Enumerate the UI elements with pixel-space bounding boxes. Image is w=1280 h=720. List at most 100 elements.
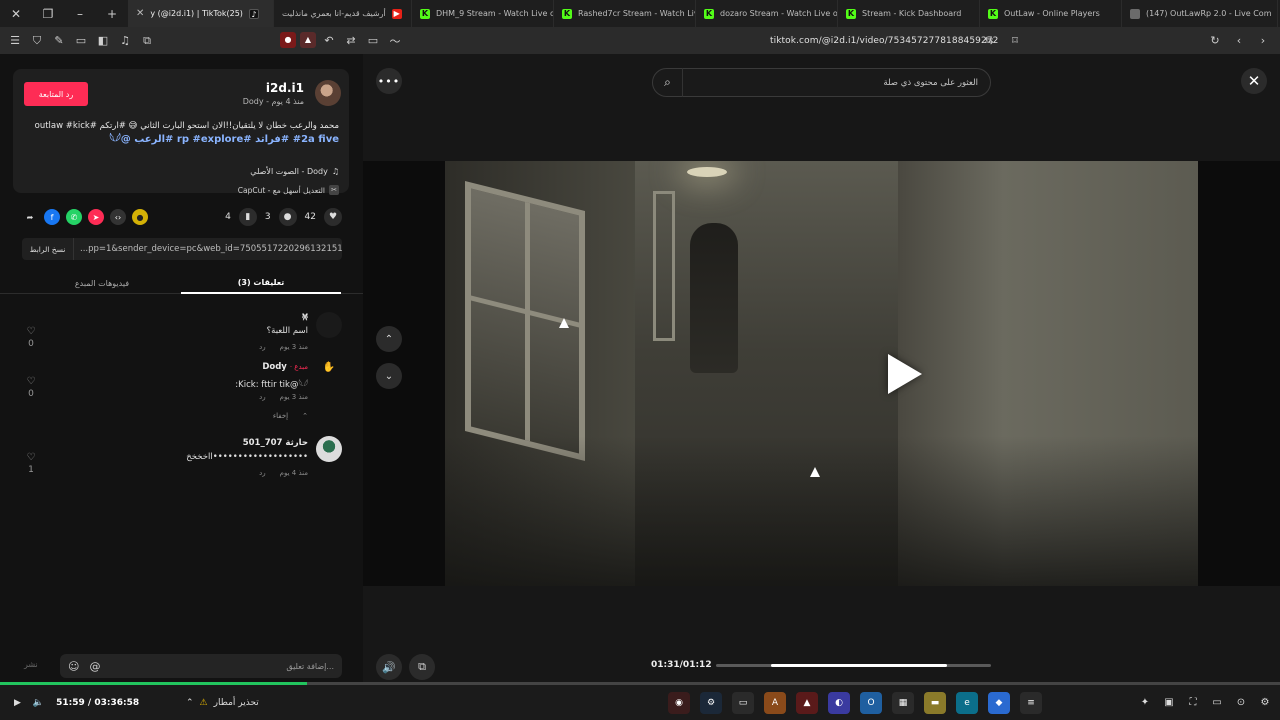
back-history-icon[interactable]: ↶ [320,32,338,50]
search-icon[interactable]: ⌕ [653,68,683,97]
avatar[interactable] [316,436,342,462]
search-input[interactable] [683,77,990,88]
discord-icon[interactable]: ◐ [828,691,850,714]
hashtags[interactable]: #2a five #فراتد #rp #explore #الرعب @𓆩𓆪 [23,133,339,147]
volume-button[interactable]: 🔊 [376,654,402,680]
back-icon[interactable]: ‹ [1230,32,1248,50]
post-comment-button[interactable]: نشر [24,660,38,669]
bookmark-icon[interactable]: ⌑ [1006,32,1024,50]
tab-outlaw-players[interactable]: K OutLaw - Online Players [980,0,1122,27]
monitor-app-icon[interactable]: ▭ [732,691,754,714]
close-window-icon[interactable]: ✕ [0,0,32,27]
close-tab-icon[interactable]: ✕ [136,8,144,19]
reply-link[interactable]: رد [259,469,266,477]
store-icon[interactable]: ▦ [892,691,914,714]
close-video-button[interactable]: ✕ [1241,68,1267,94]
menu-icon[interactable]: ☰ [6,32,24,50]
tab-youtube[interactable]: أرشيف قديم-انا بعمري مانذليت ▶ [274,0,412,27]
tab-outlawrp-live[interactable]: (147) OutLawRp 2.0 - Live Com [1122,0,1278,27]
settings-app-icon[interactable]: ≡ [1020,691,1042,714]
cast-icon[interactable]: ▭ [364,32,382,50]
coin-icon[interactable]: ● [132,209,148,225]
bookmark-icon[interactable]: ▮ [238,208,257,226]
previous-video-button[interactable]: ⌃ [376,326,402,352]
play-icon[interactable] [888,354,922,394]
capcut-link[interactable]: CapCut - التعديل أسهل مع ✂ [238,185,339,195]
new-tab-icon[interactable]: + [96,0,128,27]
tab-tiktok[interactable]: ✕ y (@i2d.i1) | TikTok(25) ♪ [128,0,274,27]
comment-input[interactable]: ☺ @ إضافة تعليق... [60,654,342,678]
share-link[interactable]: ...pp=1&sender_device=pc&web_id=75055172… [74,244,342,254]
sound-link[interactable]: الصوت الأصلي - Dody ♫ [250,167,339,176]
tab-creator-videos[interactable]: فيديوهات المبدع [22,272,182,294]
pen-icon[interactable]: ✎ [50,32,68,50]
more-options-button[interactable]: ••• [376,68,402,94]
avatar[interactable] [316,312,342,338]
whatsapp-icon[interactable]: ✆ [66,209,82,225]
edge-icon[interactable]: e [956,691,978,714]
volume-icon[interactable]: 🔈 [33,698,44,708]
steam-icon[interactable]: ⚙ [700,691,722,714]
next-video-button[interactable]: ⌄ [376,363,402,389]
heart-outline-icon: ♡ [26,376,36,387]
share-arrow-icon[interactable]: ➦ [22,209,38,225]
avatar[interactable] [315,80,341,106]
miniplayer-icon[interactable]: ▭ [1208,694,1226,712]
comment-like[interactable]: ♡ 1 [22,452,40,475]
theater-icon[interactable]: ⊙ [1232,694,1250,712]
music-icon[interactable]: ♫ [116,32,134,50]
reply-link[interactable]: رد [259,393,266,401]
heart-icon[interactable]: ♥ [324,208,342,226]
tab-kick-dashboard[interactable]: K Stream - Kick Dashboard [838,0,980,27]
tab-comments[interactable]: تعليقات (3) [181,272,341,294]
fullscreen-icon[interactable]: ⛶ [1184,694,1202,712]
gear-icon[interactable]: ⚙ [1256,694,1274,712]
emoji-icon[interactable]: ☺ [68,660,79,673]
comment-icon[interactable]: ● [278,208,297,226]
tab-kick-rashed[interactable]: K Rashed7cr Stream - Watch Live [554,0,696,27]
tab-kick-dozaro[interactable]: K dozaro Stream - Watch Live o [696,0,838,27]
folder-icon[interactable]: ▬ [924,691,946,714]
video-seek-bar[interactable] [716,664,991,667]
extension-brave-icon[interactable]: ▲ [300,31,316,48]
weather-warning[interactable]: ⌃ ⚠ تحذير أمطار [186,698,259,708]
minimize-icon[interactable]: – [64,0,96,27]
username[interactable]: i2d.i1 [266,81,304,95]
copy-link-row: نسخ الرابط ...pp=1&sender_device=pc&web_… [22,238,342,260]
hide-replies-link[interactable]: إخفاء ⌃ [273,412,308,420]
sidebar-icon[interactable]: ◧ [94,32,112,50]
copy-link-button[interactable]: نسخ الرابط [22,238,74,260]
chat-icon[interactable]: ▣ [1160,694,1178,712]
reload-icon[interactable]: ↻ [1206,32,1224,50]
share-url-icon[interactable]: ⇆ [980,32,998,50]
pip-button[interactable]: ⧉ [409,654,435,680]
video-frame[interactable] [445,161,1198,586]
color-app-icon[interactable]: ◆ [988,691,1010,714]
extension-adblock-icon[interactable]: ● [280,31,296,48]
shield-icon[interactable]: ⛉ [28,32,46,50]
send-icon[interactable]: ➤ [88,209,104,225]
app-icon[interactable]: A [764,691,786,714]
record-app-icon[interactable]: ◉ [668,691,690,714]
sparkle-icon[interactable]: ✦ [1136,694,1154,712]
follow-back-button[interactable]: رد المتابعة [24,82,88,106]
forward-icon[interactable]: › [1254,32,1272,50]
comment-like[interactable]: ♡ 0 [22,326,40,349]
video-stage[interactable] [363,161,1280,586]
tab-kick-dhm[interactable]: K DHM_9 Stream - Watch Live o [412,0,554,27]
brave-icon[interactable]: ▲ [796,691,818,714]
embed-icon[interactable]: ‹› [110,209,126,225]
tabs-icon[interactable]: ▭ [72,32,90,50]
comment-like[interactable]: ♡ 0 [22,376,40,399]
reply-link[interactable]: رد [259,343,266,351]
facebook-icon[interactable]: f [44,209,60,225]
mention-icon[interactable]: @ [89,660,100,673]
outlook-icon[interactable]: O [860,691,882,714]
restore-icon[interactable]: ❐ [32,0,64,27]
translate-icon[interactable]: ⇄ [342,32,360,50]
wave-icon[interactable]: 〜 [386,32,404,50]
play-icon[interactable]: ▶ [14,698,21,708]
avatar[interactable]: ✋ [320,362,338,380]
screenshot-icon[interactable]: ⧉ [138,32,156,50]
url-field[interactable]: tiktok.com/@i2d.i1/video/753457277818845… [770,36,998,46]
